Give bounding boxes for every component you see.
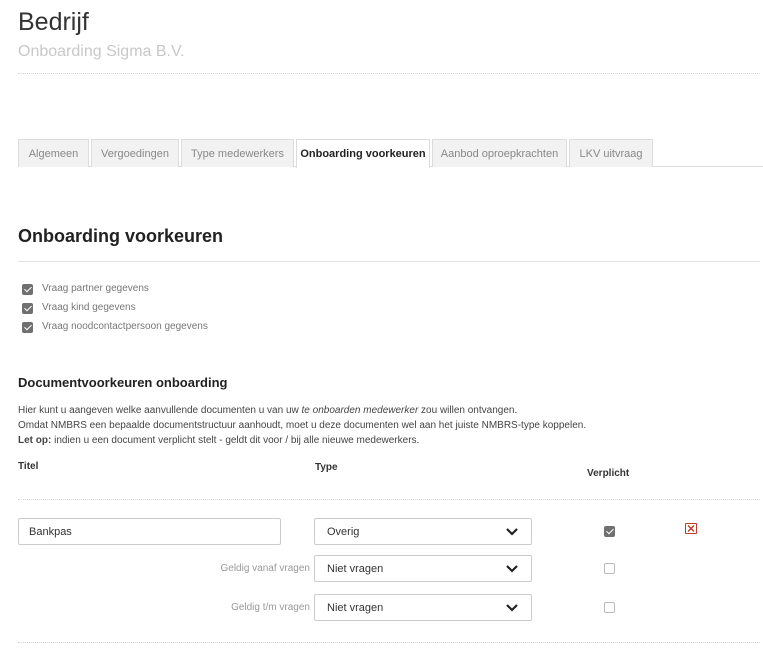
document-title-input[interactable]: Bankpas (18, 518, 281, 545)
column-header-type: Type (315, 462, 338, 473)
column-header-titel: Titel (18, 461, 39, 472)
close-icon (687, 525, 695, 532)
option-partner-label: Vraag partner gegevens (42, 283, 149, 294)
geldig-vanaf-label: Geldig vanaf vragen (220, 563, 310, 574)
documents-title: Documentvoorkeuren onboarding (18, 375, 228, 390)
chevron-down-icon (506, 603, 518, 612)
geldig-tm-label: Geldig t/m vragen (231, 602, 310, 613)
verplicht-checkbox[interactable] (604, 526, 615, 537)
tab-aanbod-oproepkrachten[interactable]: Aanbod oproepkrachten (432, 139, 567, 167)
table-footer-divider (18, 642, 760, 643)
documents-info-line3: Let op: indien u een document verplicht … (18, 435, 420, 446)
chevron-down-icon (506, 527, 518, 536)
chevron-down-icon (506, 564, 518, 573)
section-title: Onboarding voorkeuren (18, 226, 224, 246)
geldig-vanaf-checkbox[interactable] (604, 563, 615, 574)
delete-document-button[interactable] (685, 523, 697, 534)
option-kind-label: Vraag kind gegevens (42, 302, 136, 313)
page-title: Bedrijf (18, 8, 89, 36)
document-type-value: Overig (327, 525, 360, 538)
section-divider (18, 261, 760, 262)
geldig-vanaf-value: Niet vragen (327, 562, 384, 575)
page-subtitle: Onboarding Sigma B.V. (18, 43, 185, 60)
geldig-vanaf-select[interactable]: Niet vragen (314, 555, 532, 582)
tab-onboarding-voorkeuren[interactable]: Onboarding voorkeuren (296, 139, 430, 168)
tab-type-medewerkers[interactable]: Type medewerkers (181, 139, 294, 167)
document-type-select[interactable]: Overig (314, 518, 532, 545)
header-divider (18, 73, 760, 74)
option-noodcontact-label: Vraag noodcontactpersoon gegevens (42, 321, 208, 332)
tab-bar: Algemeen Vergoedingen Type medewerkers O… (18, 139, 763, 168)
tab-lkv-uitvraag[interactable]: LKV uitvraag (569, 139, 653, 167)
option-kind-checkbox[interactable] (22, 303, 33, 314)
geldig-tm-checkbox[interactable] (604, 602, 615, 613)
option-partner-checkbox[interactable] (22, 284, 33, 295)
documents-info-line1: Hier kunt u aangeven welke aanvullende d… (18, 405, 518, 416)
option-noodcontact-checkbox[interactable] (22, 322, 33, 333)
tab-vergoedingen[interactable]: Vergoedingen (91, 139, 179, 167)
geldig-tm-select[interactable]: Niet vragen (314, 594, 532, 621)
documents-info-line2: Omdat NMBRS een bepaalde documentstructu… (18, 420, 587, 431)
tab-algemeen[interactable]: Algemeen (18, 139, 89, 167)
column-header-verplicht: Verplicht (587, 468, 630, 479)
geldig-tm-value: Niet vragen (327, 601, 384, 614)
table-header-divider (18, 499, 760, 500)
